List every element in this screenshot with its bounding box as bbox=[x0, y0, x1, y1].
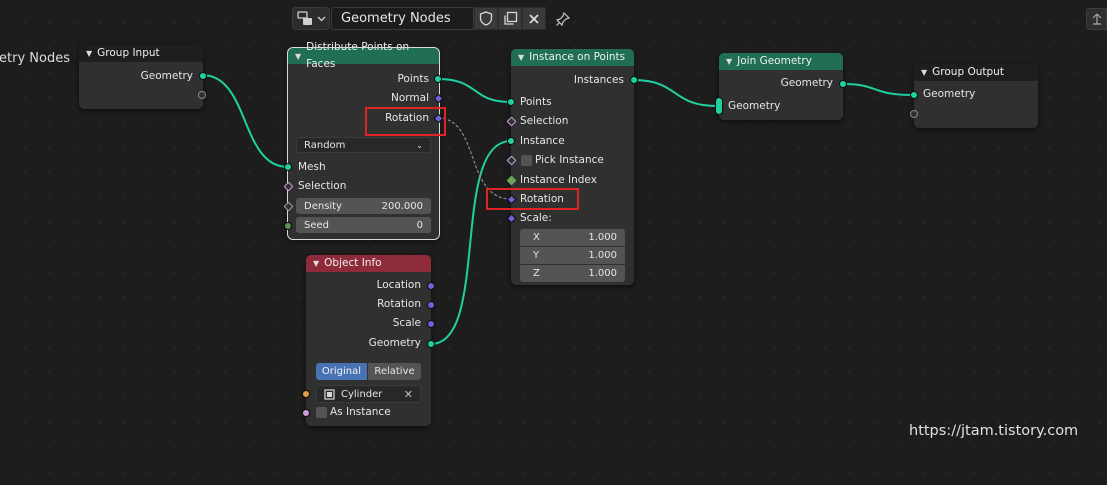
relative-toggle[interactable]: Relative bbox=[368, 363, 421, 380]
scale-z-label: Z bbox=[533, 268, 540, 279]
output-geometry-label: Geometry bbox=[140, 70, 193, 82]
seed-label: Seed bbox=[304, 219, 329, 231]
output-rotation-label: Rotation bbox=[377, 298, 421, 310]
input-instance-label: Instance bbox=[520, 135, 565, 147]
seed-field[interactable]: Seed 0 bbox=[296, 217, 431, 233]
collapse-chevron-icon[interactable]: ▼ bbox=[518, 49, 524, 66]
link-groupinput-mesh bbox=[201, 74, 289, 168]
object-cube-icon bbox=[324, 388, 335, 400]
node-header[interactable]: ▼ Instance on Points bbox=[511, 49, 634, 66]
input-selection-label: Selection bbox=[298, 180, 347, 192]
clear-object-icon[interactable]: ✕ bbox=[404, 388, 413, 401]
group-output-node[interactable]: ▼ Group Output Geometry bbox=[910, 64, 1038, 128]
input-instance-index-label: Instance Index bbox=[520, 174, 597, 186]
object-info-node[interactable]: ▼ Object Info Location Rotation Scale Geo… bbox=[302, 255, 435, 426]
empty-output-socket[interactable] bbox=[198, 91, 206, 99]
node-title: Join Geometry bbox=[737, 55, 812, 67]
link-objinfo-instance bbox=[430, 140, 512, 345]
watermark-text: https://jtam.tistory.com bbox=[909, 423, 1079, 439]
as-instance-checkbox[interactable] bbox=[316, 407, 327, 418]
input-pick-instance-label: Pick Instance bbox=[535, 154, 604, 166]
node-header[interactable]: ▼ Group Output bbox=[914, 64, 1038, 81]
chevron-down-icon: ⌄ bbox=[416, 140, 423, 150]
instance-on-points-node[interactable]: ▼ Instance on Points Instances Points Sel… bbox=[506, 49, 638, 285]
scale-z-value: 1.000 bbox=[588, 268, 617, 279]
object-name: Cylinder bbox=[341, 388, 383, 400]
input-scale-label: Scale: bbox=[520, 212, 552, 224]
points-input-socket[interactable] bbox=[507, 98, 515, 106]
geometry-output-socket[interactable] bbox=[839, 80, 847, 88]
scale-output-socket[interactable] bbox=[427, 320, 435, 328]
original-toggle[interactable]: Original bbox=[316, 363, 367, 380]
link-instances-join bbox=[632, 79, 719, 107]
node-title: Distribute Points on Faces bbox=[306, 41, 410, 70]
rotation-output-socket[interactable] bbox=[427, 301, 435, 309]
input-mesh-label: Mesh bbox=[298, 161, 326, 173]
density-field[interactable]: Density 200.000 bbox=[296, 198, 431, 214]
input-geometry-label: Geometry bbox=[923, 88, 976, 100]
as-instance-label: As Instance bbox=[330, 406, 391, 418]
output-geometry-label: Geometry bbox=[780, 77, 833, 89]
distribute-points-node[interactable]: ▼ Distribute Points on Faces Points Norma… bbox=[283, 41, 444, 240]
seed-value: 0 bbox=[416, 219, 423, 231]
collapse-chevron-icon[interactable]: ▼ bbox=[726, 53, 732, 70]
scale-x-field[interactable]: X 1.000 bbox=[520, 229, 625, 246]
node-title: Group Input bbox=[97, 47, 160, 59]
object-selector[interactable]: Cylinder ✕ bbox=[316, 385, 421, 403]
as-instance-input-socket[interactable] bbox=[302, 409, 310, 417]
mesh-input-socket[interactable] bbox=[284, 163, 292, 171]
instance-input-socket[interactable] bbox=[507, 137, 515, 145]
node-header[interactable]: ▼ Join Geometry bbox=[719, 53, 843, 70]
geometry-output-socket[interactable] bbox=[427, 340, 435, 348]
highlight-distribute-rotation bbox=[365, 107, 446, 136]
node-header[interactable]: ▼ Group Input bbox=[79, 45, 203, 62]
scale-y-field[interactable]: Y 1.000 bbox=[520, 247, 625, 264]
scale-y-value: 1.000 bbox=[588, 250, 617, 261]
object-input-socket[interactable] bbox=[302, 390, 310, 398]
link-points-points bbox=[437, 78, 512, 103]
link-join-output bbox=[842, 83, 914, 96]
points-output-socket[interactable] bbox=[434, 75, 442, 83]
input-geometry-label: Geometry bbox=[728, 100, 781, 112]
geometry-input-socket[interactable] bbox=[910, 91, 918, 99]
mode-value: Random bbox=[304, 139, 346, 151]
geometry-multi-input-socket[interactable] bbox=[715, 97, 723, 115]
density-label: Density bbox=[304, 200, 343, 212]
node-title: Instance on Points bbox=[529, 51, 626, 63]
group-input-node[interactable]: ▼ Group Input Geometry bbox=[79, 45, 207, 109]
collapse-chevron-icon[interactable]: ▼ bbox=[313, 255, 319, 272]
node-header[interactable]: ▼ Object Info bbox=[306, 255, 431, 272]
highlight-instance-rotation bbox=[486, 188, 579, 210]
seed-input-socket[interactable] bbox=[284, 222, 292, 230]
pick-instance-checkbox[interactable] bbox=[521, 155, 532, 166]
output-normal-label: Normal bbox=[391, 92, 429, 104]
density-value: 200.000 bbox=[381, 200, 423, 212]
output-scale-label: Scale bbox=[392, 317, 421, 329]
join-geometry-node[interactable]: ▼ Join Geometry Geometry Geometry bbox=[715, 53, 847, 120]
node-header[interactable]: ▼ Distribute Points on Faces bbox=[288, 41, 439, 70]
input-points-label: Points bbox=[520, 96, 552, 108]
scale-x-label: X bbox=[533, 232, 540, 243]
location-output-socket[interactable] bbox=[427, 282, 435, 290]
collapse-chevron-icon[interactable]: ▼ bbox=[921, 64, 927, 81]
output-points-label: Points bbox=[397, 73, 429, 85]
empty-input-socket[interactable] bbox=[910, 110, 918, 118]
scale-y-label: Y bbox=[533, 250, 540, 261]
distribute-mode-dropdown[interactable]: Random ⌄ bbox=[296, 137, 431, 153]
node-title: Object Info bbox=[324, 257, 382, 269]
node-title: Group Output bbox=[932, 66, 1004, 78]
instances-output-socket[interactable] bbox=[630, 76, 638, 84]
output-geometry-label: Geometry bbox=[368, 337, 421, 349]
scale-z-field[interactable]: Z 1.000 bbox=[520, 265, 625, 282]
collapse-chevron-icon[interactable]: ▼ bbox=[295, 48, 301, 65]
output-location-label: Location bbox=[376, 279, 421, 291]
output-instances-label: Instances bbox=[573, 74, 624, 86]
link-rotation-rotation bbox=[437, 117, 512, 200]
collapse-chevron-icon[interactable]: ▼ bbox=[86, 45, 92, 62]
geometry-output-socket[interactable] bbox=[199, 72, 207, 80]
scale-x-value: 1.000 bbox=[588, 232, 617, 243]
input-selection-label: Selection bbox=[520, 115, 569, 127]
